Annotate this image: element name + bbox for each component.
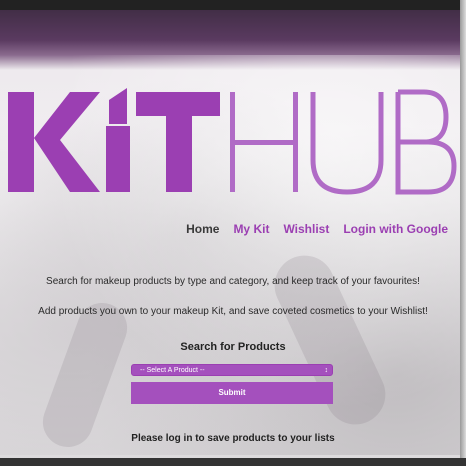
logo-graphic — [8, 88, 457, 195]
app-window: Home My Kit Wishlist Login with Google S… — [0, 0, 466, 466]
select-value: -- Select A Product -- — [140, 367, 205, 374]
nav-wishlist[interactable]: Wishlist — [283, 222, 329, 236]
kithub-logo — [8, 80, 458, 200]
login-note: Please log in to save products to your l… — [131, 433, 335, 444]
product-type-select[interactable]: -- Select A Product -- ↕ — [131, 364, 333, 376]
submit-button[interactable]: Submit — [131, 382, 333, 404]
nav-home[interactable]: Home — [186, 222, 219, 236]
main-nav: Home My Kit Wishlist Login with Google — [186, 222, 448, 236]
select-arrow-icon: ↕ — [324, 367, 329, 374]
nav-login-google[interactable]: Login with Google — [343, 222, 448, 236]
nav-my-kit[interactable]: My Kit — [233, 222, 269, 236]
device-bezel-bottom — [0, 458, 466, 466]
device-bezel-top — [0, 0, 466, 10]
device-bezel-right — [460, 0, 466, 466]
intro-line-2: Add products you own to your makeup Kit,… — [38, 306, 428, 317]
search-title: Search for Products — [180, 341, 286, 353]
intro-line-1: Search for makeup products by type and c… — [46, 276, 420, 287]
